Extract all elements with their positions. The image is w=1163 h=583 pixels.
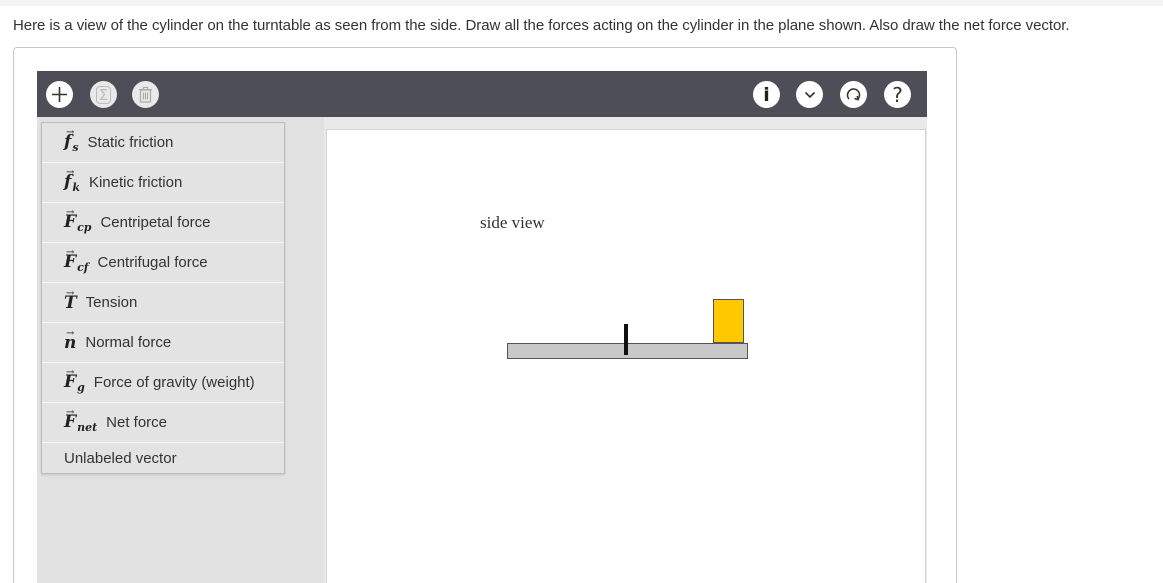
drawing-canvas[interactable]: side view [326, 129, 926, 583]
menu-item-kinetic-friction[interactable]: → fk Kinetic friction [42, 163, 284, 203]
menu-item-normal-force[interactable]: → n Normal force [42, 323, 284, 363]
chevron-down-icon [804, 91, 816, 99]
menu-item-unlabeled-vector[interactable]: Unlabeled vector [42, 443, 284, 473]
reset-icon [845, 86, 862, 103]
menu-item-net-force[interactable]: → Fnet Net force [42, 403, 284, 443]
help-button[interactable]: ? [884, 81, 911, 108]
question-text: Here is a view of the cylinder on the tu… [13, 17, 1070, 34]
help-icon: ? [892, 82, 903, 107]
menu-item-label: Unlabeled vector [64, 449, 177, 467]
delete-button[interactable] [132, 81, 159, 108]
cylinder[interactable] [713, 299, 744, 343]
menu-item-gravity[interactable]: → Fg Force of gravity (weight) [42, 363, 284, 403]
centrifugal-force-symbol: → Fcf [64, 246, 89, 274]
plus-icon [51, 86, 68, 103]
kinetic-friction-symbol: → fk [64, 166, 80, 194]
gravity-symbol: → Fg [64, 366, 85, 394]
menu-item-label: Net force [106, 414, 168, 431]
menu-item-label: Centripetal force [100, 214, 211, 231]
add-vector-button[interactable] [46, 81, 73, 108]
menu-item-label: Centrifugal force [97, 254, 208, 271]
normal-force-symbol: → n [64, 327, 77, 353]
options-dropdown-button[interactable] [796, 81, 823, 108]
info-icon: i [763, 83, 770, 106]
trash-icon [138, 86, 153, 103]
menu-item-label: Tension [85, 294, 138, 311]
reset-button[interactable] [840, 81, 867, 108]
side-view-label: side view [480, 213, 545, 232]
sigma-icon: Σ [95, 85, 112, 104]
menu-item-label: Normal force [85, 334, 172, 351]
menu-item-centripetal-force[interactable]: → Fcp Centripetal force [42, 203, 284, 243]
turntable-spindle [624, 324, 628, 355]
static-friction-symbol: → fs [64, 126, 79, 154]
menu-item-centrifugal-force[interactable]: → Fcf Centrifugal force [42, 243, 284, 283]
menu-item-label: Force of gravity (weight) [93, 374, 255, 391]
menu-item-static-friction[interactable]: → fs Static friction [42, 123, 284, 163]
menu-item-label: Static friction [87, 134, 174, 151]
sum-vectors-button[interactable]: Σ [90, 81, 117, 108]
top-strip [0, 0, 1163, 6]
vector-drawing-tool: Σ i ? → fs Static friction → fk Kinetic … [37, 71, 927, 583]
centripetal-force-symbol: → Fcp [64, 206, 92, 234]
menu-item-label: Kinetic friction [88, 174, 183, 191]
menu-item-tension[interactable]: → T Tension [42, 283, 284, 323]
tension-symbol: → T [64, 287, 77, 313]
toolbar: Σ i ? [37, 71, 927, 117]
info-button[interactable]: i [753, 81, 780, 108]
drawing-area: side view [324, 117, 927, 583]
vector-type-menu: → fs Static friction → fk Kinetic friction… [41, 122, 285, 474]
vector-palette-column: → fs Static friction → fk Kinetic friction… [37, 117, 324, 583]
net-force-symbol: → Fnet [64, 406, 98, 434]
